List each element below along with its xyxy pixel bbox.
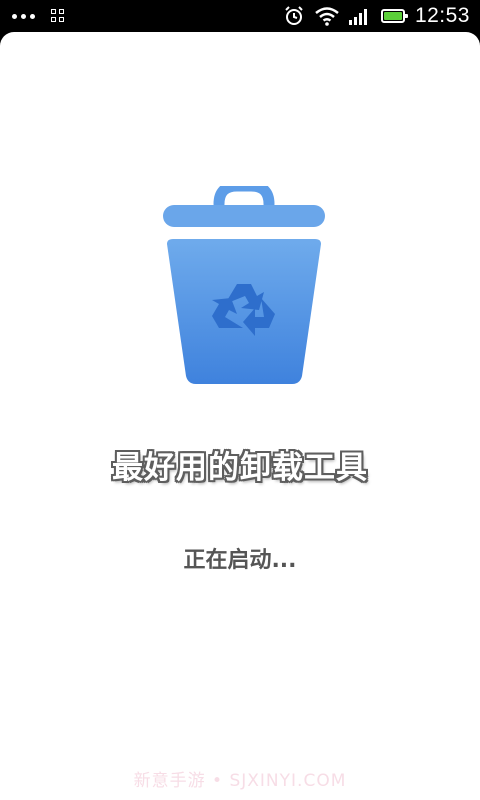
status-bar-right: 12:53 — [283, 0, 470, 32]
wifi-icon — [315, 7, 339, 26]
loading-status: 正在启动... — [183, 548, 297, 573]
status-bar-left — [12, 0, 65, 32]
grid-icon — [51, 9, 65, 23]
app-title: 最好用的卸载工具 — [112, 450, 368, 486]
watermark: 新意手游 • SJXINYI.COM — [133, 771, 347, 791]
more-dots-icon — [12, 13, 35, 19]
battery-icon — [380, 9, 408, 23]
status-time: 12:53 — [414, 4, 470, 27]
status-bar: 12:53 — [0, 0, 480, 32]
splash-screen: 最好用的卸载工具 正在启动... 新意手游 • SJXINYI.COM — [0, 32, 480, 800]
alarm-clock-icon — [285, 6, 303, 25]
signal-icon — [348, 9, 367, 25]
recycle-bin-icon — [163, 186, 325, 384]
